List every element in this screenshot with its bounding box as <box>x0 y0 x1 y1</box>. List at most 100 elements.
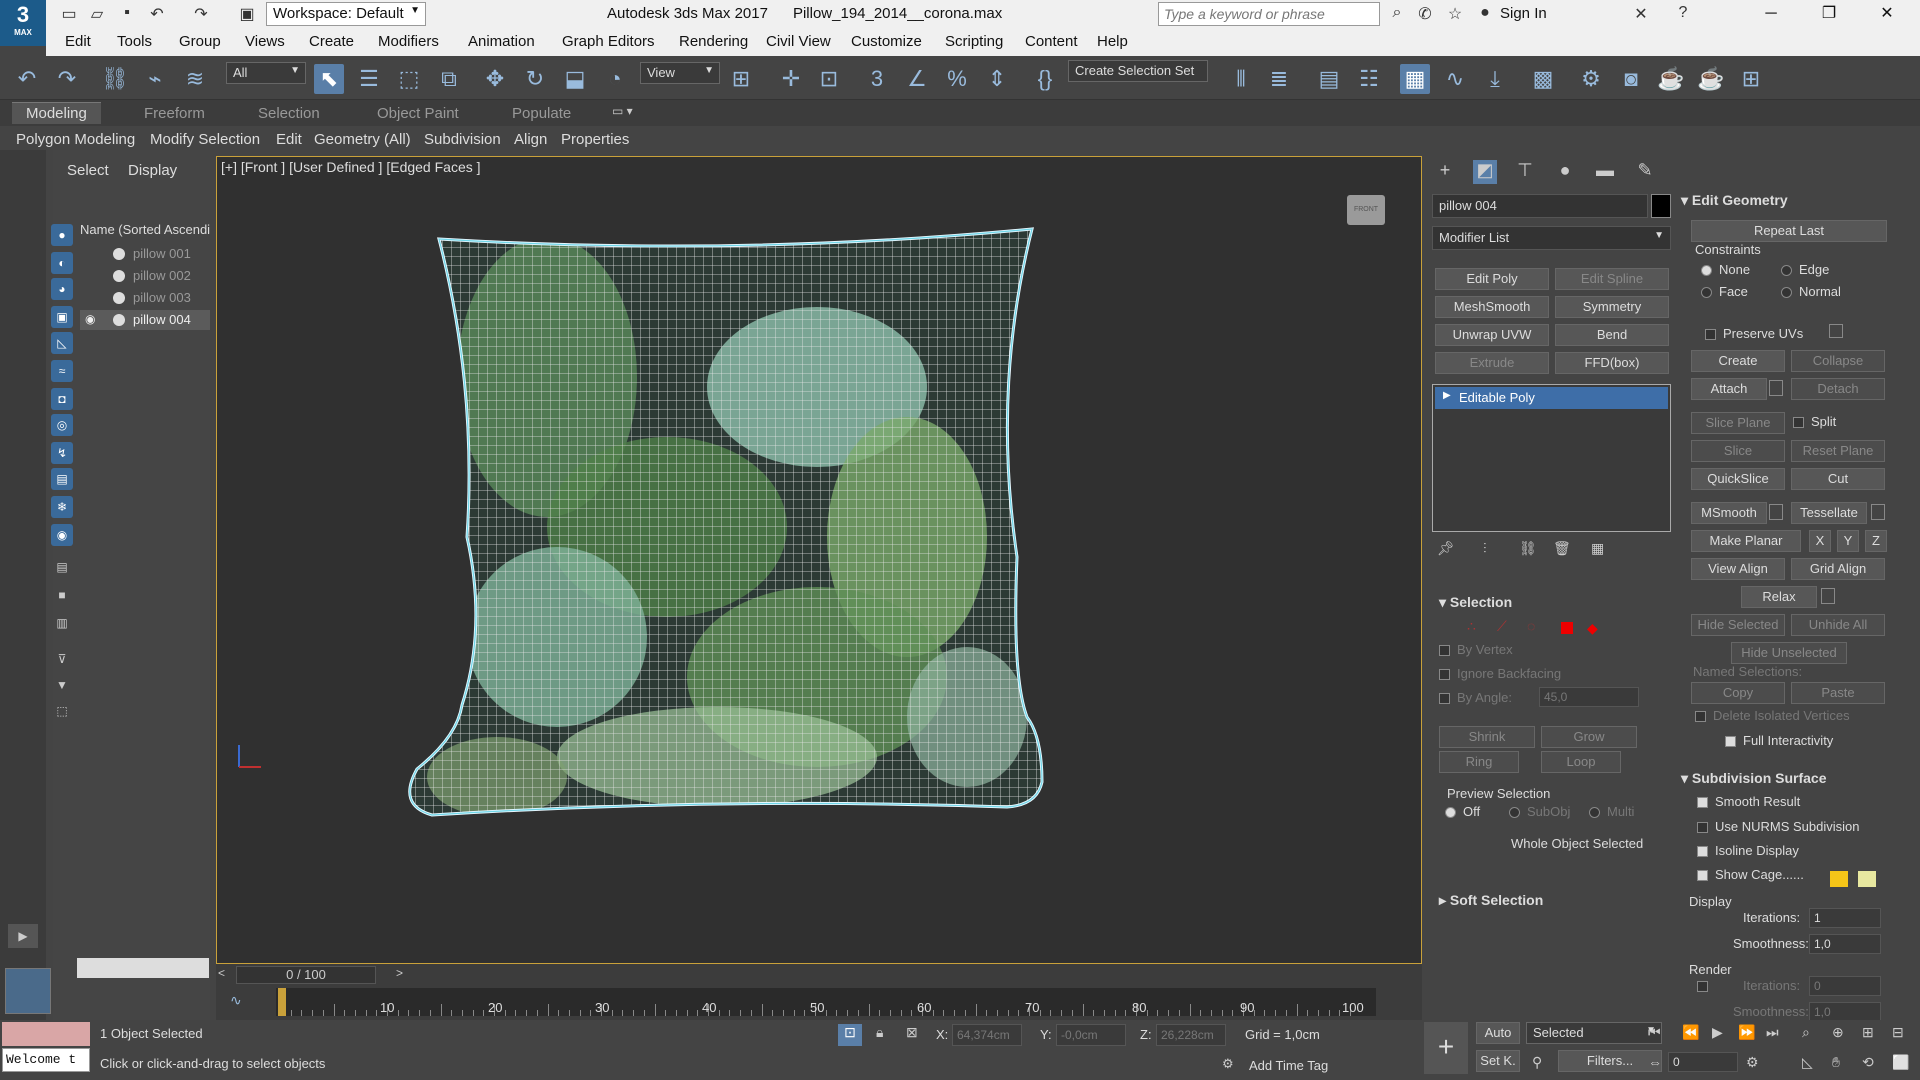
angle-snap-icon[interactable]: ∠ <box>902 64 932 94</box>
layer-explorer-icon[interactable]: ☷ <box>1354 64 1384 94</box>
render-iterative-icon[interactable]: ☕ <box>1696 64 1726 94</box>
menu-group[interactable]: Group <box>179 33 221 50</box>
rendered-frame-window-icon[interactable]: ◙ <box>1616 64 1646 94</box>
msmooth-settings-icon[interactable] <box>1769 504 1783 520</box>
display-bones-icon[interactable]: ↯ <box>51 442 73 464</box>
scene-item-selected[interactable]: ◉ pillow 004 <box>80 310 210 330</box>
key-mode-toggle-icon[interactable]: ⇔ <box>1648 1054 1662 1070</box>
panel-polygon-modeling[interactable]: Polygon Modeling <box>16 131 135 148</box>
render-production-icon[interactable]: ☕ <box>1656 64 1686 94</box>
meshsmooth-button[interactable]: MeshSmooth <box>1435 296 1549 318</box>
funnel-icon[interactable]: ▼ <box>51 674 73 696</box>
key-mode-icon[interactable]: ⚲ <box>1532 1054 1542 1071</box>
reset-plane-button[interactable]: Reset Plane <box>1791 440 1885 462</box>
user-icon[interactable]: ● <box>1474 4 1496 24</box>
subdivision-surface-title[interactable]: ▾ Subdivision Surface <box>1681 770 1827 787</box>
toggle-ribbon-icon[interactable]: ▦ <box>1400 64 1430 94</box>
grow-button[interactable]: Grow <box>1541 726 1637 748</box>
ring-button[interactable]: Ring <box>1439 751 1519 773</box>
copy-button[interactable]: Copy <box>1691 682 1785 704</box>
ignore-backfacing-checkbox[interactable] <box>1439 669 1450 680</box>
new-file-icon[interactable]: ▭ <box>58 4 80 24</box>
preserve-uvs-checkbox[interactable] <box>1705 329 1716 340</box>
binoculars-icon[interactable]: ⌕ <box>1386 4 1408 24</box>
menu-animation[interactable]: Animation <box>468 33 535 50</box>
unwrap-uvw-button[interactable]: Unwrap UVW <box>1435 324 1549 346</box>
rotate-icon[interactable]: ↻ <box>520 64 550 94</box>
detach-button[interactable]: Detach <box>1791 378 1885 400</box>
menu-civil-view[interactable]: Civil View <box>766 33 831 50</box>
z-coordinate-field[interactable]: 26,228cm <box>1156 1024 1226 1046</box>
move-icon[interactable]: ✥ <box>480 64 510 94</box>
tessellate-settings-icon[interactable] <box>1871 504 1885 520</box>
minimize-icon[interactable]: ─ <box>1748 0 1794 28</box>
menu-modifiers[interactable]: Modifiers <box>378 33 439 50</box>
edit-poly-button[interactable]: Edit Poly <box>1435 268 1549 290</box>
slice-button[interactable]: Slice <box>1691 440 1785 462</box>
schematic-view-icon[interactable]: ⤓ <box>1480 64 1510 94</box>
display-shapes-icon[interactable]: ◐ <box>51 252 73 274</box>
project-icon[interactable]: ▣ <box>236 4 258 24</box>
preserve-uvs-settings-icon[interactable] <box>1829 324 1843 338</box>
orbit-icon[interactable]: ⟲ <box>1862 1054 1874 1071</box>
menu-views[interactable]: Views <box>245 33 285 50</box>
timeline-track[interactable] <box>276 988 1376 1016</box>
placement-icon[interactable]: ◔ <box>600 64 630 94</box>
stack-item-editable-poly[interactable]: ▶ Editable Poly <box>1435 387 1668 409</box>
select-manipulate-icon[interactable]: ✛ <box>776 64 806 94</box>
cage-color-swatch[interactable] <box>1830 871 1848 887</box>
element-mode-icon[interactable]: ◆ <box>1587 620 1598 637</box>
relax-settings-icon[interactable] <box>1821 588 1835 604</box>
pin-stack-icon[interactable]: 📌︎ <box>1437 540 1455 557</box>
filter-icon[interactable]: ⊽ <box>51 648 73 670</box>
toggle-scene-explorer-icon[interactable]: ▤ <box>1314 64 1344 94</box>
pivot-center-icon[interactable]: ⊞ <box>726 64 756 94</box>
bend-button[interactable]: Bend <box>1555 324 1669 346</box>
panel-properties[interactable]: Properties <box>561 131 629 148</box>
next-key-icon[interactable]: ⏩ <box>1738 1024 1755 1041</box>
reference-coordinate-dropdown[interactable]: View ▼ <box>640 62 720 84</box>
prev-frame-arrow[interactable]: < <box>218 966 225 980</box>
goto-end-icon[interactable]: ⏭ <box>1766 1024 1779 1041</box>
repeat-last-button[interactable]: Repeat Last <box>1691 220 1887 242</box>
scene-item[interactable]: pillow 003 <box>80 288 210 308</box>
display-groups-icon[interactable]: ◘ <box>51 388 73 410</box>
display-xrefs-icon[interactable]: ◎ <box>51 414 73 436</box>
tab-freeform[interactable]: Freeform <box>144 105 205 122</box>
constraint-none-radio[interactable] <box>1701 265 1712 276</box>
menu-customize[interactable]: Customize <box>851 33 922 50</box>
exchange-icon[interactable]: ✕ <box>1630 4 1652 24</box>
key-filter-dropdown[interactable]: Selected ▼ <box>1526 1022 1662 1044</box>
planar-x-button[interactable]: X <box>1809 530 1831 552</box>
constraint-face-radio[interactable] <box>1701 287 1712 298</box>
polygon-mode-icon[interactable] <box>1561 622 1573 634</box>
redo-icon[interactable]: ↷ <box>190 4 212 24</box>
pan-icon[interactable]: ✋︎ <box>1832 1054 1840 1071</box>
attach-list-icon[interactable] <box>1769 380 1783 396</box>
undo-icon[interactable]: ↶ <box>12 64 42 94</box>
viewport-layout-thumbnail[interactable] <box>5 968 51 1014</box>
auto-key-button[interactable]: Auto <box>1476 1022 1520 1044</box>
preview-off-radio[interactable] <box>1445 807 1456 818</box>
create-tab-icon[interactable]: + <box>1433 160 1457 184</box>
selection-rollout-title[interactable]: ▾ Selection <box>1439 594 1512 611</box>
display-none-icon[interactable]: ■ <box>51 584 73 606</box>
redo-icon[interactable]: ↷ <box>52 64 82 94</box>
set-key-button[interactable]: Set K. <box>1476 1050 1520 1072</box>
make-unique-icon[interactable]: ⛓ <box>1519 540 1537 557</box>
preview-multi-radio[interactable] <box>1589 807 1600 818</box>
key-filters-button[interactable]: Filters... <box>1558 1050 1662 1072</box>
object-color-swatch[interactable] <box>1651 194 1671 218</box>
time-config-icon[interactable]: ⚙ <box>1746 1054 1759 1071</box>
tab-object-paint[interactable]: Object Paint <box>377 105 459 122</box>
expand-arrow-icon[interactable]: ▶ <box>1443 390 1451 401</box>
display-hidden-icon[interactable]: ◉ <box>51 524 73 546</box>
select-by-name-icon[interactable]: ☰ <box>354 64 384 94</box>
menu-edit[interactable]: Edit <box>65 33 91 50</box>
render-iterations-checkbox[interactable] <box>1697 981 1708 992</box>
iterations-spinner[interactable]: 1 <box>1809 908 1881 928</box>
select-object-icon[interactable]: ⬉ <box>314 64 344 94</box>
next-frame-arrow[interactable]: > <box>396 966 403 980</box>
symmetry-button[interactable]: Symmetry <box>1555 296 1669 318</box>
display-frozen-icon[interactable]: ❄ <box>51 496 73 518</box>
